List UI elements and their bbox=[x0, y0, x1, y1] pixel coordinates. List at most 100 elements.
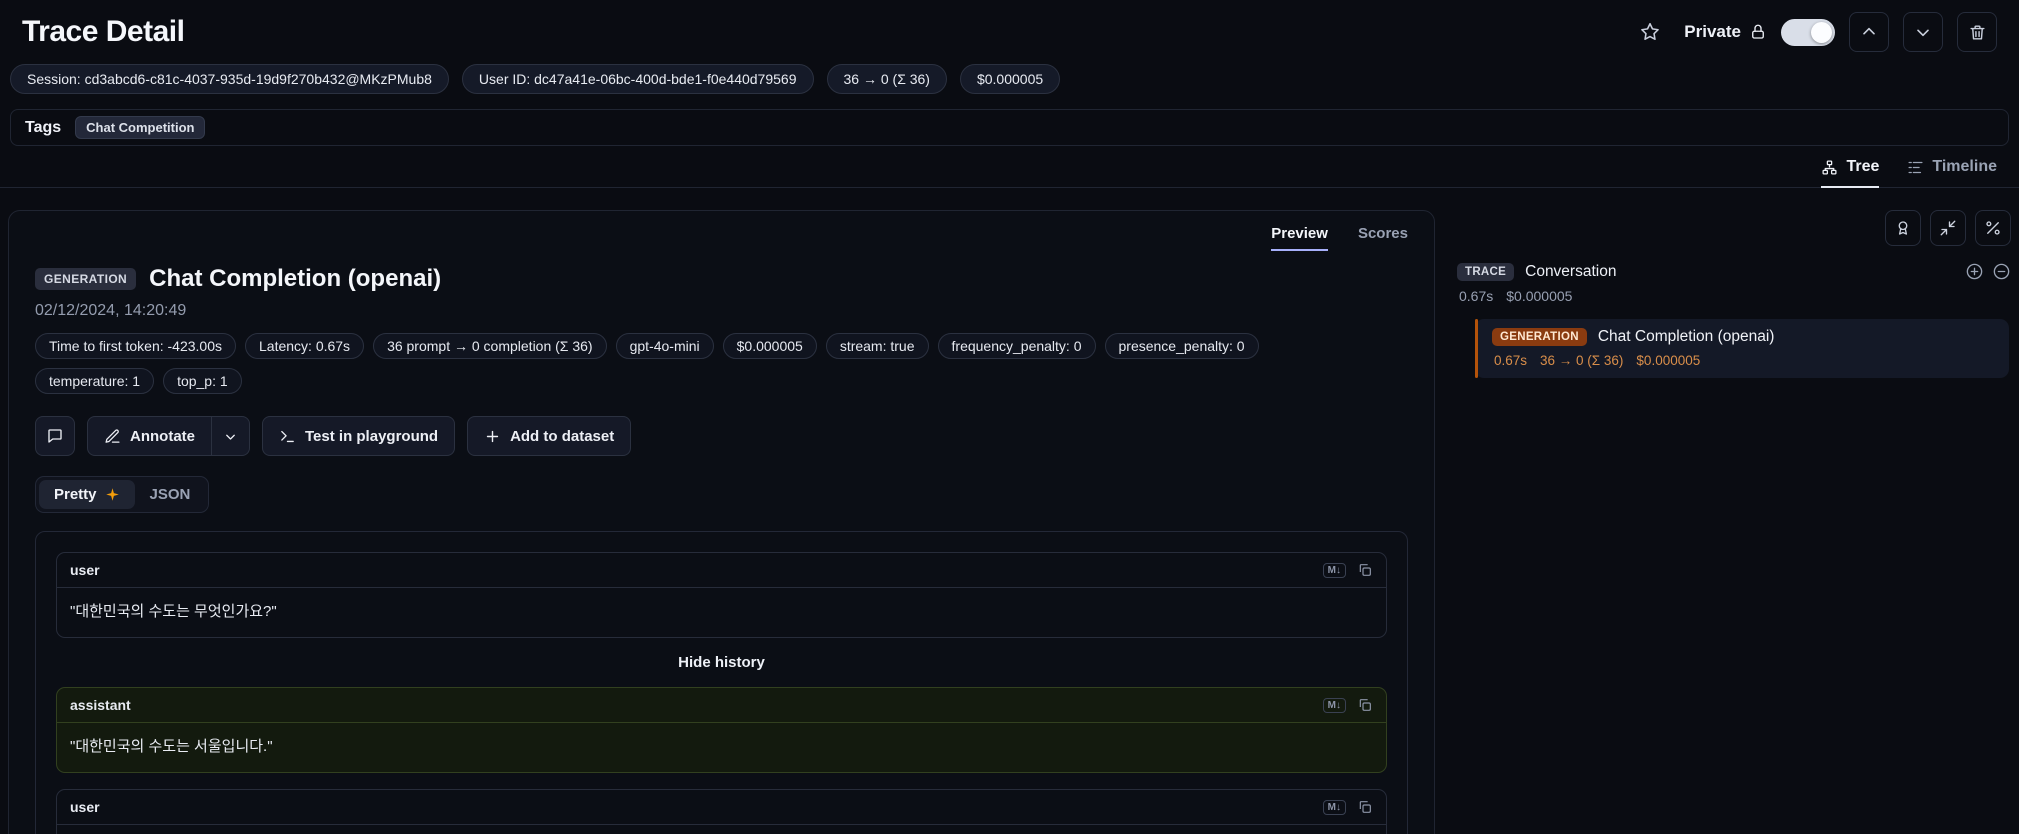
star-icon bbox=[1639, 21, 1661, 43]
metric-pill: Latency: 0.67s bbox=[245, 333, 365, 359]
generation-tokens: 36 → 0 (Σ 36) bbox=[1540, 353, 1624, 368]
trace-title: Conversation bbox=[1525, 262, 1617, 280]
metric-pill: stream: true bbox=[825, 333, 929, 359]
metric-pill: $0.000005 bbox=[722, 333, 817, 359]
observation-panel: Preview Scores GENERATION Chat Completio… bbox=[8, 210, 1435, 834]
toggle-scores-button[interactable] bbox=[1885, 210, 1921, 246]
message-block-user: user M↓ "대한민국의 수도는 무엇인가요?" bbox=[56, 552, 1387, 638]
trace-latency: 0.67s bbox=[1459, 288, 1494, 304]
message-role-label: assistant bbox=[70, 697, 131, 713]
generation-node-title: Chat Completion (openai) bbox=[1597, 328, 1775, 345]
comment-button[interactable] bbox=[35, 416, 75, 456]
terminal-icon bbox=[279, 428, 296, 445]
playground-label: Test in playground bbox=[305, 427, 439, 445]
toggle-metrics-button[interactable] bbox=[1975, 210, 2011, 246]
collapse-tree-button[interactable] bbox=[1992, 262, 2011, 281]
tab-scores[interactable]: Scores bbox=[1358, 225, 1408, 251]
metric-pill: gpt-4o-mini bbox=[615, 333, 714, 359]
privacy-badge[interactable]: Private bbox=[1684, 22, 1767, 42]
tab-timeline[interactable]: Timeline bbox=[1907, 158, 1997, 188]
pretty-tab[interactable]: Pretty bbox=[39, 480, 135, 509]
chevron-down-icon bbox=[223, 429, 238, 444]
json-tab[interactable]: JSON bbox=[135, 480, 206, 509]
metric-pill: frequency_penalty: 0 bbox=[937, 333, 1096, 359]
message-content: "대한민국의 수도는 서울입니다." bbox=[57, 722, 1386, 772]
generation-latency: 0.67s bbox=[1494, 353, 1528, 368]
copy-button[interactable] bbox=[1357, 799, 1373, 815]
view-tabs: Tree Timeline bbox=[0, 146, 2019, 188]
page-title: Trace Detail bbox=[22, 15, 185, 48]
tags-label: Tags bbox=[25, 118, 62, 136]
trash-icon bbox=[1968, 23, 1987, 42]
trace-cost: $0.000005 bbox=[1506, 288, 1573, 304]
tags-panel[interactable]: Tags Chat Competition bbox=[10, 109, 2009, 146]
metric-pill: 36 prompt → 0 completion (Σ 36) bbox=[373, 333, 607, 359]
delete-trace-button[interactable] bbox=[1957, 12, 1997, 52]
markdown-toggle-button[interactable]: M↓ bbox=[1322, 562, 1346, 578]
message-role-label: user bbox=[70, 799, 100, 815]
json-label: JSON bbox=[149, 486, 191, 503]
previous-trace-button[interactable] bbox=[1849, 12, 1889, 52]
annotate-button[interactable]: Annotate bbox=[87, 416, 212, 456]
message-content: "감사합니다 " bbox=[57, 824, 1386, 834]
privacy-label: Private bbox=[1684, 22, 1741, 41]
trace-node[interactable]: TRACE Conversation bbox=[1457, 262, 2011, 281]
observation-title: Chat Completion (openai) bbox=[149, 265, 442, 292]
generation-type-badge: GENERATION bbox=[35, 268, 137, 290]
message-block-assistant: assistant M↓ "대한민국의 수도는 서울입니다." bbox=[56, 687, 1387, 773]
markdown-toggle-button[interactable]: M↓ bbox=[1322, 697, 1346, 713]
topbar: Trace Detail Private bbox=[0, 0, 2019, 58]
playground-button[interactable]: Test in playground bbox=[262, 416, 456, 456]
observation-tabs: Preview Scores bbox=[9, 211, 1434, 251]
chat-bubble-icon bbox=[46, 427, 64, 445]
award-icon bbox=[1894, 219, 1912, 237]
observation-header: GENERATION Chat Completion (openai) 02/1… bbox=[9, 251, 1434, 394]
pencil-icon bbox=[104, 428, 121, 445]
annotate-dropdown-button[interactable] bbox=[212, 416, 250, 456]
privacy-toggle[interactable] bbox=[1781, 18, 1835, 46]
collapse-icon bbox=[1939, 219, 1957, 237]
trace-tree-panel: TRACE Conversation 0.67s $0.000005 GENER… bbox=[1457, 210, 2011, 378]
session-badge[interactable]: Session: cd3abcd6-c81c-4037-935d-19d9f27… bbox=[10, 64, 449, 94]
message-content: "대한민국의 수도는 무엇인가요?" bbox=[57, 587, 1386, 637]
tree-icon bbox=[1821, 159, 1838, 176]
next-trace-button[interactable] bbox=[1903, 12, 1943, 52]
circle-minus-icon bbox=[1992, 262, 2011, 281]
circle-plus-icon bbox=[1965, 262, 1984, 281]
plus-icon bbox=[484, 428, 501, 445]
timeline-icon bbox=[1907, 159, 1924, 176]
action-row: Annotate Test in playground Add to datas… bbox=[9, 416, 1434, 456]
user-id-badge[interactable]: User ID: dc47a41e-06bc-400d-bde1-f0e440d… bbox=[461, 64, 814, 94]
copy-button[interactable] bbox=[1357, 562, 1373, 578]
tag-chip[interactable]: Chat Competition bbox=[75, 116, 206, 139]
tree-controls bbox=[1457, 210, 2011, 246]
markdown-toggle-button[interactable]: M↓ bbox=[1322, 799, 1346, 815]
lock-icon bbox=[1749, 23, 1767, 41]
tab-timeline-label: Timeline bbox=[1932, 158, 1997, 175]
trace-id-badges: Session: cd3abcd6-c81c-4037-935d-19d9f27… bbox=[0, 58, 2019, 94]
generation-node-badge: GENERATION bbox=[1492, 328, 1587, 346]
copy-icon bbox=[1357, 697, 1373, 713]
bookmark-star-button[interactable] bbox=[1630, 12, 1670, 52]
format-toggle: Pretty JSON bbox=[35, 476, 210, 513]
copy-icon bbox=[1357, 799, 1373, 815]
add-to-dataset-label: Add to dataset bbox=[510, 427, 615, 445]
tab-preview[interactable]: Preview bbox=[1271, 225, 1328, 251]
trace-type-badge: TRACE bbox=[1457, 262, 1515, 281]
add-to-dataset-button[interactable]: Add to dataset bbox=[467, 416, 632, 456]
main-content: Preview Scores GENERATION Chat Completio… bbox=[0, 188, 2019, 834]
copy-button[interactable] bbox=[1357, 697, 1373, 713]
metric-pill: Time to first token: -423.00s bbox=[35, 333, 236, 359]
pretty-label: Pretty bbox=[54, 486, 97, 503]
trace-metrics: 0.67s $0.000005 bbox=[1457, 288, 2011, 304]
toggle-knob bbox=[1811, 21, 1832, 43]
generation-node-metrics: 0.67s 36 → 0 (Σ 36) $0.000005 bbox=[1492, 353, 1995, 368]
chevron-up-icon bbox=[1859, 22, 1879, 42]
collapse-all-button[interactable] bbox=[1930, 210, 1966, 246]
metric-pill: top_p: 1 bbox=[163, 368, 242, 394]
generation-node[interactable]: GENERATION Chat Completion (openai) 0.67… bbox=[1475, 319, 2009, 378]
tab-tree[interactable]: Tree bbox=[1821, 158, 1880, 188]
hide-history-button[interactable]: Hide history bbox=[56, 654, 1387, 671]
message-block-user: user M↓ "감사합니다 " bbox=[56, 789, 1387, 834]
expand-all-button[interactable] bbox=[1965, 262, 1984, 281]
